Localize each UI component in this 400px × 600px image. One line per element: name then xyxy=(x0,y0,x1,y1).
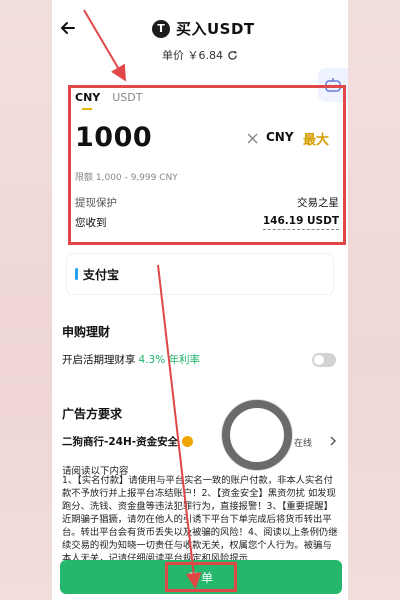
receive-value: 146.19 USDT xyxy=(262,215,339,230)
background-right xyxy=(348,0,400,600)
max-button[interactable]: 最大 xyxy=(303,129,329,148)
advertiser-title: 广告方要求 xyxy=(62,407,123,421)
alipay-marker xyxy=(75,268,78,280)
receive-row: 您收到 146.19 USDT xyxy=(75,215,339,230)
subscribe-text: 开启活期理财享 xyxy=(62,354,136,366)
merchant-badge-icon xyxy=(182,436,194,447)
currency-tabs: CNY USDT xyxy=(75,91,142,104)
payment-method-label: 支付宝 xyxy=(83,268,120,282)
order-button-highlight xyxy=(165,562,237,592)
tab-indicator xyxy=(82,108,92,110)
payment-method-card[interactable]: 支付宝 xyxy=(66,253,334,295)
usdt-coin-icon: T xyxy=(152,19,170,38)
merchant-row[interactable]: 二狗商行-24H-资金安全 xyxy=(62,434,194,449)
notice-body: 1、【实名付款】请使用与平台实名一致的账户付款，非本人实名付款不予放行并上报平台… xyxy=(62,475,338,564)
online-label: 在线 xyxy=(294,439,313,449)
app-screen: T 买入USDT 单价 ￥6.84 CNY USDT 1000 CNY 最大 限… xyxy=(52,0,348,600)
place-order-button[interactable]: 下单 xyxy=(60,560,342,594)
merchant-name: 二狗商行-24H-资金安全 xyxy=(62,436,179,448)
back-arrow-icon[interactable] xyxy=(58,18,78,38)
protection-label: 提现保护 xyxy=(75,197,117,209)
toggle-knob xyxy=(314,355,324,365)
receive-label: 您收到 xyxy=(75,217,107,229)
unit-price: 单价 ￥6.84 xyxy=(162,49,223,62)
amount-unit: CNY xyxy=(266,130,294,144)
tab-cny[interactable]: CNY xyxy=(75,91,100,104)
protection-value: 交易之星 xyxy=(297,197,339,209)
limit-text: 限额 1,000 - 9,999 CNY xyxy=(75,173,178,183)
tab-usdt[interactable]: USDT xyxy=(112,91,142,104)
loading-spinner-icon xyxy=(222,400,292,470)
subscribe-title: 申购理财 xyxy=(62,325,111,339)
refresh-icon[interactable] xyxy=(227,50,238,61)
protection-row: 提现保护 交易之星 xyxy=(75,195,339,210)
subscribe-row: 开启活期理财享 4.3% 年利率 xyxy=(62,352,200,367)
order-form-highlighted: CNY USDT 1000 CNY 最大 限额 1,000 - 9,999 CN… xyxy=(68,85,346,245)
header: T 买入USDT 单价 ￥6.84 xyxy=(52,0,348,70)
price-row: 单价 ￥6.84 xyxy=(162,47,238,63)
background-left xyxy=(0,0,52,600)
subscribe-toggle[interactable] xyxy=(312,353,336,367)
chevron-right-icon[interactable] xyxy=(328,435,338,447)
page-title: 买入USDT xyxy=(176,20,255,38)
amount-input[interactable]: 1000 xyxy=(75,122,152,153)
clear-icon[interactable] xyxy=(246,132,259,145)
title-group: T 买入USDT xyxy=(152,18,255,39)
subscribe-rate: 4.3% 年利率 xyxy=(138,354,201,366)
